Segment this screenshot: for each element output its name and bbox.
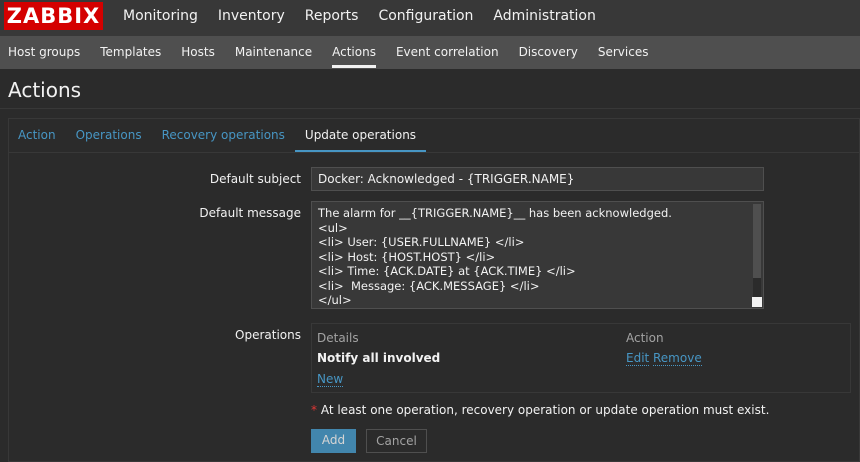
warning-text: At least one operation, recovery operati… xyxy=(320,403,770,417)
page-title: Actions xyxy=(8,78,82,102)
main-menu-configuration[interactable]: Configuration xyxy=(378,0,473,36)
tab-action[interactable]: Action xyxy=(8,118,66,152)
operations-label: Operations xyxy=(235,328,301,342)
main-menu: Monitoring Inventory Reports Configurati… xyxy=(123,0,616,36)
sub-menu-templates[interactable]: Templates xyxy=(100,36,161,69)
default-subject-input[interactable]: Docker: Acknowledged - {TRIGGER.NAME} xyxy=(311,167,764,191)
form-tabs: Action Operations Recovery operations Up… xyxy=(8,118,427,152)
message-line: </ul> xyxy=(318,293,352,307)
sub-menu-actions[interactable]: Actions xyxy=(332,36,376,69)
required-star: * xyxy=(311,403,317,417)
top-navigation: ZABBIX Monitoring Inventory Reports Conf… xyxy=(0,0,860,36)
resize-grip-icon[interactable] xyxy=(752,297,762,307)
sub-menu-hosts[interactable]: Hosts xyxy=(181,36,215,69)
message-line: <ul> xyxy=(318,220,348,235)
main-menu-monitoring[interactable]: Monitoring xyxy=(123,0,198,36)
operation-edit-link[interactable]: Edit xyxy=(626,351,650,366)
textarea-scroll-thumb[interactable] xyxy=(753,204,761,278)
operation-row-details: Notify all involved xyxy=(317,351,441,365)
main-menu-administration[interactable]: Administration xyxy=(493,0,595,36)
add-button[interactable]: Add xyxy=(311,429,356,453)
operation-remove-link[interactable]: Remove xyxy=(653,351,702,366)
default-message-label: Default message xyxy=(199,206,301,220)
validation-warning: * At least one operation, recovery opera… xyxy=(311,403,769,417)
sub-menu-host-groups[interactable]: Host groups xyxy=(8,36,80,69)
sub-menu-discovery[interactable]: Discovery xyxy=(519,36,578,69)
cancel-button[interactable]: Cancel xyxy=(366,429,427,453)
operations-table: Details Action Notify all involved Edit … xyxy=(311,323,851,393)
zabbix-logo[interactable]: ZABBIX xyxy=(4,2,103,30)
message-line: The alarm for __{TRIGGER.NAME}__ has bee… xyxy=(318,206,672,220)
message-line: <li> Time: {ACK.DATE} at {ACK.TIME} </li… xyxy=(318,264,576,278)
tab-operations[interactable]: Operations xyxy=(66,118,152,152)
sub-navigation: Host groups Templates Hosts Maintenance … xyxy=(0,36,860,69)
default-subject-label: Default subject xyxy=(209,172,301,186)
page-header: Actions xyxy=(0,69,860,109)
sub-menu-event-correlation[interactable]: Event correlation xyxy=(396,36,499,69)
sub-menu: Host groups Templates Hosts Maintenance … xyxy=(8,36,668,69)
operations-col-action: Action xyxy=(626,331,664,345)
sub-menu-maintenance[interactable]: Maintenance xyxy=(235,36,312,69)
operations-col-details: Details xyxy=(317,331,359,345)
message-line: <li> User: {USER.FULLNAME} </li> xyxy=(318,235,525,249)
main-menu-inventory[interactable]: Inventory xyxy=(218,0,285,36)
tab-update-operations[interactable]: Update operations xyxy=(294,118,427,152)
sub-menu-services[interactable]: Services xyxy=(598,36,649,69)
message-line: <li> Message: {ACK.MESSAGE} </li> xyxy=(318,278,540,293)
tab-divider xyxy=(8,152,860,153)
message-line: <li> Host: {HOST.HOST} </li> xyxy=(318,249,496,264)
operation-new-link[interactable]: New xyxy=(317,372,344,387)
default-message-textarea[interactable]: The alarm for __{TRIGGER.NAME}__ has bee… xyxy=(311,201,764,309)
textarea-scrollbar[interactable] xyxy=(753,204,761,300)
tab-recovery-operations[interactable]: Recovery operations xyxy=(152,118,295,152)
main-menu-reports[interactable]: Reports xyxy=(305,0,359,36)
